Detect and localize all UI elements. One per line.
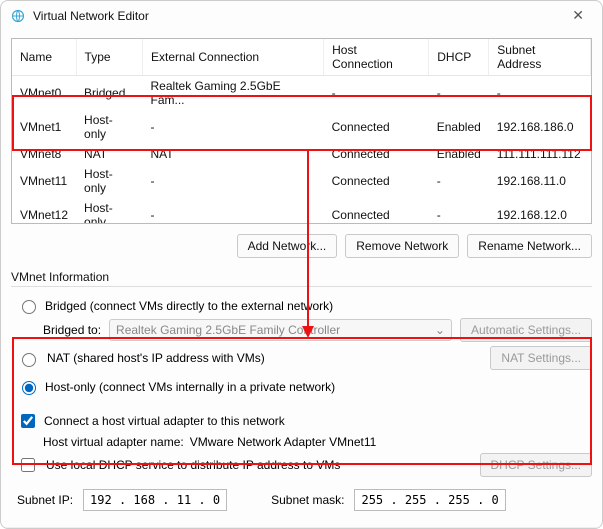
dhcp-settings-button[interactable]: DHCP Settings... (480, 453, 592, 477)
col-external[interactable]: External Connection (143, 39, 324, 76)
titlebar: Virtual Network Editor ✕ (1, 1, 602, 30)
bridged-to-select[interactable]: Realtek Gaming 2.5GbE Family Controller … (109, 319, 452, 341)
table-row[interactable]: VMnet0 Bridged Realtek Gaming 2.5GbE Fam… (12, 76, 591, 111)
table-row[interactable]: VMnet11 Host-only - Connected - 192.168.… (12, 164, 591, 198)
use-dhcp-checkbox[interactable] (21, 458, 35, 472)
subnet-ip-label: Subnet IP: (17, 493, 73, 507)
subnet-ip-field[interactable]: 192 . 168 . 11 . 0 (83, 489, 227, 511)
close-icon[interactable]: ✕ (564, 7, 592, 24)
automatic-settings-button[interactable]: Automatic Settings... (460, 318, 592, 342)
col-host[interactable]: Host Connection (324, 39, 429, 76)
nat-label: NAT (shared host's IP address with VMs) (47, 351, 265, 365)
virtual-network-editor-window: Virtual Network Editor ✕ Name Type Exter… (0, 0, 603, 529)
adapter-name-value: VMware Network Adapter VMnet11 (190, 435, 377, 449)
remove-network-button[interactable]: Remove Network (345, 234, 459, 258)
host-only-radio[interactable] (22, 381, 36, 395)
table-row[interactable]: VMnet1 Host-only - Connected Enabled 192… (12, 110, 591, 144)
table-row[interactable]: VMnet8 NAT NAT Connected Enabled 111.111… (12, 144, 591, 164)
bridged-to-label: Bridged to: (43, 323, 101, 337)
col-subnet[interactable]: Subnet Address (489, 39, 591, 76)
nat-settings-button[interactable]: NAT Settings... (490, 346, 592, 370)
adapter-name-label: Host virtual adapter name: (43, 435, 184, 449)
subnet-mask-field[interactable]: 255 . 255 . 255 . 0 (354, 489, 505, 511)
nat-radio[interactable] (22, 353, 36, 367)
col-dhcp[interactable]: DHCP (429, 39, 489, 76)
chevron-down-icon: ⌄ (435, 323, 445, 337)
connect-host-adapter-label: Connect a host virtual adapter to this n… (44, 414, 285, 428)
add-network-button[interactable]: Add Network... (237, 234, 338, 258)
bridged-label: Bridged (connect VMs directly to the ext… (45, 299, 333, 313)
table-row[interactable]: VMnet12 Host-only - Connected - 192.168.… (12, 198, 591, 224)
host-only-label: Host-only (connect VMs internally in a p… (45, 380, 335, 394)
col-name[interactable]: Name (12, 39, 76, 76)
rename-network-button[interactable]: Rename Network... (467, 234, 592, 258)
connect-host-adapter-checkbox[interactable] (21, 414, 35, 428)
col-type[interactable]: Type (76, 39, 142, 76)
use-dhcp-label: Use local DHCP service to distribute IP … (46, 458, 340, 472)
bridged-radio[interactable] (22, 300, 36, 314)
window-title: Virtual Network Editor (33, 9, 564, 23)
app-icon (11, 9, 25, 23)
vmnet-information-label: VMnet Information (11, 270, 592, 284)
subnet-mask-label: Subnet mask: (271, 493, 344, 507)
vmnet-table[interactable]: Name Type External Connection Host Conne… (11, 38, 592, 224)
